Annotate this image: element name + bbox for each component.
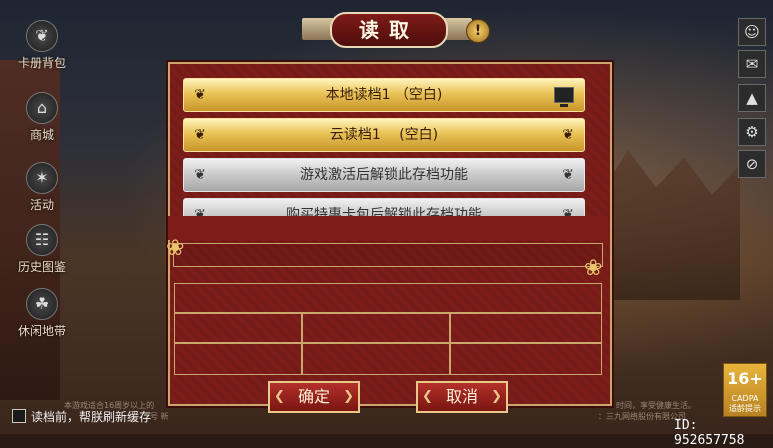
age-rating-sub: 适龄提示	[729, 404, 761, 413]
menu-item-label: 商城	[29, 128, 54, 142]
menu-item-card-bag[interactable]: ❦ 卡册背包	[6, 20, 78, 71]
menu-item-history[interactable]: ☷ 历史图鉴	[6, 224, 78, 275]
menu-item-label: 活动	[29, 198, 54, 212]
age-rating-badge: 16+ CADPA 适龄提示	[723, 363, 767, 417]
shop-icon: ⌂	[26, 92, 58, 124]
refresh-cache-label: 读档前，帮朕刷新缓存	[31, 410, 152, 424]
slot-label: 本地读档1 （空白)	[325, 87, 443, 103]
cancel-button[interactable]: ❮ 取消 ❯	[416, 381, 508, 413]
health-notice-right: 时间，享受健康生活。	[616, 401, 696, 410]
swirl-icon: ❦	[562, 167, 574, 183]
health-notice-left-2: 号 新	[150, 412, 169, 421]
confirm-button[interactable]: ❮ 确定 ❯	[268, 381, 360, 413]
exclamation-icon[interactable]: !	[466, 19, 490, 43]
dialog-title: 读取	[302, 10, 472, 48]
swirl-icon: ❦	[562, 127, 574, 143]
save-slot-cloud-1[interactable]: ❦ 云读档1 (空白) ❦	[183, 118, 585, 152]
slot-label: 云读档1 (空白)	[329, 127, 439, 143]
swirl-icon: ❦	[194, 167, 206, 183]
confirm-label: 确定	[297, 387, 330, 406]
menu-item-label: 休闲地带	[17, 324, 66, 338]
cloud-ornament-icon: ❀	[166, 236, 185, 261]
save-info-header	[173, 243, 603, 267]
computer-icon	[554, 87, 574, 107]
menu-item-shop[interactable]: ⌂ 商城	[6, 92, 78, 143]
age-rating-org: CADPA	[731, 394, 759, 403]
save-slot-locked-activation[interactable]: ❦ 游戏激活后解锁此存档功能 ❦	[183, 158, 585, 192]
book-icon: ☷	[26, 224, 58, 256]
slot-label: 游戏激活后解锁此存档功能	[300, 167, 468, 183]
menu-item-label: 卡册背包	[17, 56, 66, 70]
table-frame	[174, 283, 602, 375]
swirl-icon: ❦	[194, 87, 206, 103]
table-col-divider	[449, 312, 451, 375]
page-title: 读取	[330, 12, 448, 48]
mail-icon[interactable]: ✉	[738, 50, 766, 78]
table-row-divider	[174, 312, 602, 314]
arrow-left-icon: ❮	[422, 389, 433, 404]
table-row-divider	[174, 342, 602, 344]
swirl-icon: ❦	[194, 127, 206, 143]
bell-icon[interactable]: ▲	[738, 84, 766, 112]
health-notice-right-2: ：三九网络股份有限公司	[598, 412, 686, 421]
arrow-right-icon: ❯	[491, 389, 502, 404]
table-col-divider	[301, 312, 303, 375]
settings-icon[interactable]: ⚙	[738, 118, 766, 146]
activity-icon: ✶	[26, 162, 58, 194]
user-id: ID: 952657758	[674, 418, 745, 448]
menu-item-leisure[interactable]: ☘ 休闲地带	[6, 288, 78, 339]
arrow-left-icon: ❮	[274, 389, 285, 404]
hide-icon[interactable]: ⊘	[738, 150, 766, 178]
profile-icon[interactable]: ☺	[738, 18, 766, 46]
refresh-cache-checkbox[interactable]	[12, 409, 26, 423]
menu-item-activity[interactable]: ✶ 活动	[6, 162, 78, 213]
arrow-right-icon: ❯	[343, 389, 354, 404]
bag-icon: ❦	[26, 20, 58, 52]
leisure-icon: ☘	[26, 288, 58, 320]
cancel-label: 取消	[445, 387, 478, 406]
menu-item-label: 历史图鉴	[17, 260, 66, 274]
slot-list-mask	[168, 216, 608, 240]
save-slot-local-1[interactable]: ❦ 本地读档1 （空白)	[183, 78, 585, 112]
cloud-ornament-icon: ❀	[584, 256, 603, 281]
age-rating: 16+	[727, 369, 763, 388]
